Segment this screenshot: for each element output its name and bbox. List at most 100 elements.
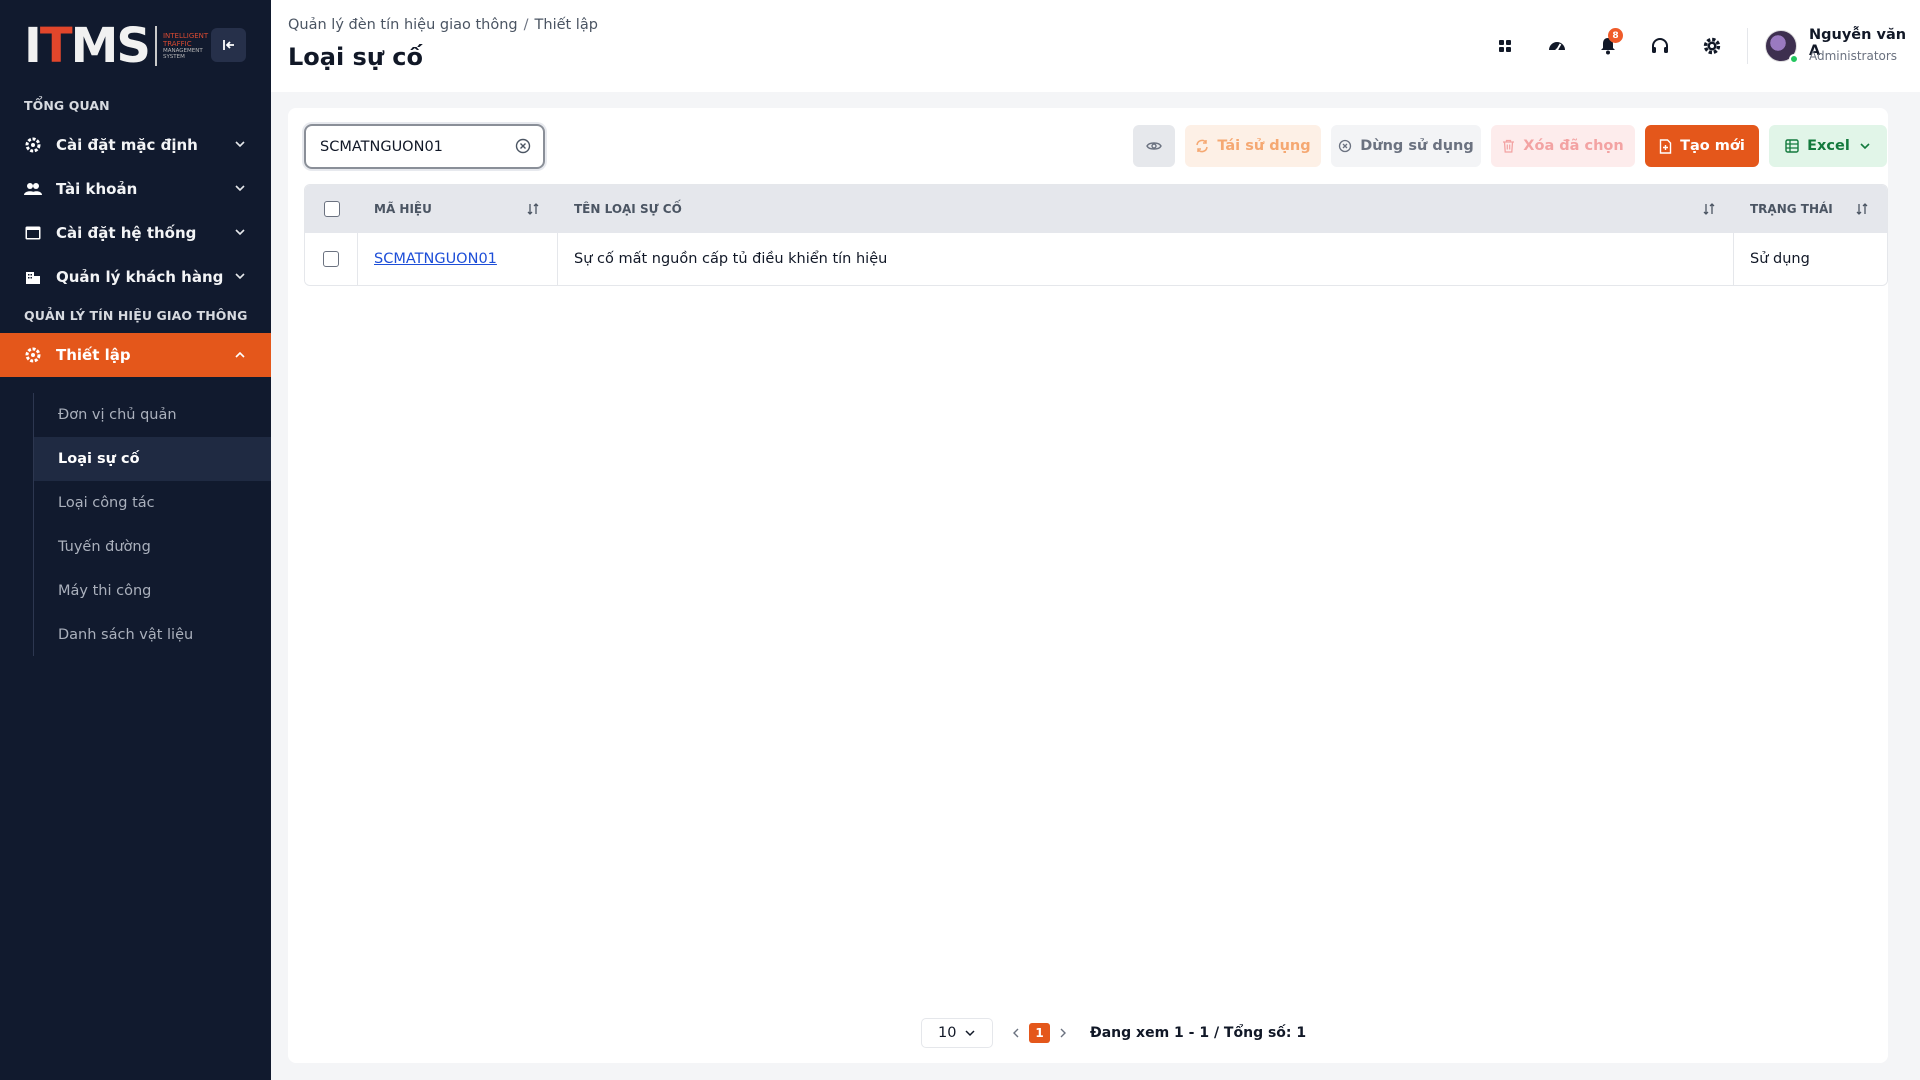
logo-subtitle: INTELLIGENT TRAFFIC MANAGEMENT SYSTEM [163,32,208,60]
sidebar-subitem-incident-type[interactable]: Loại sự cố [34,437,271,481]
content-card: Tái sử dụng Dừng sử dụng Xóa đã chọn Tạo… [288,108,1888,1063]
sidebar-item-label: Cài đặt hệ thống [56,224,197,242]
chevron-down-icon [233,181,247,199]
logo-mark: ITMS [24,18,151,74]
top-header: Quản lý đèn tín hiệu giao thông / Thiết lậ… [271,0,1920,92]
logo-sub-line: TRAFFIC [162,40,192,48]
cell-status: Sử dụng [1750,251,1810,267]
page-number-current[interactable]: 1 [1029,1023,1050,1043]
table-row[interactable]: SCMATNGUON01 Sự cố mất nguồn cấp tủ điều… [305,233,1887,285]
cell-name: Sự cố mất nguồn cấp tủ điều khiển tín hi… [558,233,1734,285]
chevron-down-icon [233,137,247,155]
search-box[interactable] [304,124,545,169]
breadcrumb-item[interactable]: Thiết lập [535,17,598,33]
page-size-select[interactable]: 10 [921,1018,993,1048]
user-role: Administrators [1809,49,1898,63]
delete-selected-button[interactable]: Xóa đã chọn [1491,125,1635,167]
online-status-indicator [1789,54,1799,64]
search-input[interactable] [320,138,500,155]
create-new-button[interactable]: Tạo mới [1645,125,1759,167]
apps-grid-button[interactable] [1490,31,1520,61]
sort-icon[interactable] [526,202,540,219]
chevron-down-icon [233,225,247,243]
grid-icon [1499,40,1511,52]
clear-search-icon[interactable] [515,138,531,158]
stop-using-button[interactable]: Dừng sử dụng [1331,125,1481,167]
sidebar-item-setup[interactable]: Thiết lập [0,333,271,377]
sidebar-item-default-settings[interactable]: Cài đặt mặc định [0,125,271,165]
sort-icon[interactable] [1702,202,1716,219]
excel-button-label: Excel [1807,138,1850,154]
breadcrumb-item[interactable]: Quản lý đèn tín hiệu giao thông [288,17,518,33]
prev-page-icon[interactable] [1011,1027,1021,1039]
sidebar-item-system-settings[interactable]: Cài đặt hệ thống [0,213,271,253]
sidebar-item-label: Quản lý khách hàng [56,268,224,286]
headset-icon [1652,38,1668,53]
chevron-down-icon [233,269,247,287]
eye-icon [1146,142,1162,150]
column-header-status[interactable]: TRẠNG THÁI [1734,185,1887,233]
column-header-name[interactable]: TÊN LOẠI SỰ CỐ [558,185,1734,233]
window-icon [24,224,42,242]
notification-badge: 8 [1608,28,1623,43]
delete-selected-button-label: Xóa đã chọn [1523,138,1624,154]
collapse-sidebar-button[interactable] [211,28,246,62]
reuse-button-label: Tái sử dụng [1217,138,1311,154]
sidebar-subitem-work-type[interactable]: Loại công tác [34,481,271,525]
section-label-overview: TỔNG QUAN [24,98,110,113]
collapse-left-icon [222,40,234,50]
sidebar-item-customers[interactable]: Quản lý khách hàng [0,257,271,297]
speedometer-icon [1549,42,1565,52]
column-header-code[interactable]: MÃ HIỆU [358,185,558,233]
sidebar-item-label: Thiết lập [56,346,131,364]
row-checkbox-cell [305,233,358,285]
support-button[interactable] [1645,31,1675,61]
create-new-button-label: Tạo mới [1680,138,1745,154]
sidebar-subitem-materials[interactable]: Danh sách vật liệu [34,613,271,657]
pagination: 10 1 Đang xem 1 - 1 / Tổng số: 1 [921,1018,1306,1048]
dashboard-button[interactable] [1542,31,1572,61]
incident-type-table: MÃ HIỆU TÊN LOẠI SỰ CỐ TRẠNG THÁI SCMATN… [304,184,1888,286]
sidebar-item-label: Cài đặt mặc định [56,136,198,154]
chevron-down-icon [964,1027,976,1039]
toggle-columns-button[interactable] [1133,125,1175,167]
logo-sub-line: INTELLIGENT [162,32,209,40]
header-checkbox-cell [305,185,358,233]
sidebar: ITMS INTELLIGENT TRAFFIC MANAGEMENT SYST… [0,0,271,1080]
reuse-button[interactable]: Tái sử dụng [1185,125,1321,167]
column-header-label: TÊN LOẠI SỰ CỐ [574,202,682,216]
select-all-checkbox[interactable] [323,201,340,217]
gear-icon [24,346,42,364]
sidebar-item-accounts[interactable]: Tài khoản [0,169,271,209]
next-page-icon[interactable] [1058,1027,1068,1039]
code-link[interactable]: SCMATNGUON01 [374,251,497,267]
sidebar-subitem-routes[interactable]: Tuyến đường [34,525,271,569]
sort-icon[interactable] [1855,202,1869,219]
column-header-label: TRẠNG THÁI [1750,202,1833,216]
logo-sub-line: SYSTEM [162,54,185,60]
building-icon [24,268,42,286]
sidebar-item-label: Tài khoản [56,180,138,198]
sidebar-subitem-owner-unit[interactable]: Đơn vị chủ quản [34,393,271,437]
trash-icon [1502,139,1515,153]
file-plus-icon [1659,138,1672,154]
row-checkbox[interactable] [323,251,339,267]
app-logo[interactable]: ITMS INTELLIGENT TRAFFIC MANAGEMENT SYST… [24,22,208,70]
chevron-up-icon [233,348,247,366]
pagination-info: Đang xem 1 - 1 / Tổng số: 1 [1090,1025,1307,1041]
users-icon [24,180,42,198]
table-header: MÃ HIỆU TÊN LOẠI SỰ CỐ TRẠNG THÁI [305,185,1887,233]
page-size-value: 10 [938,1025,957,1041]
notifications-button[interactable]: 8 [1593,28,1623,61]
excel-export-button[interactable]: Excel [1769,125,1887,167]
gear-icon [1703,37,1721,55]
refresh-icon [1195,139,1209,153]
section-label-traffic: QUẢN LÝ TÍN HIỆU GIAO THÔNG [24,308,248,323]
gear-icon [24,136,42,154]
breadcrumb-separator: / [523,17,529,33]
spreadsheet-icon [1785,139,1799,153]
cell-code: SCMATNGUON01 [358,233,558,285]
sidebar-subitem-machines[interactable]: Máy thi công [34,569,271,613]
settings-button[interactable] [1697,31,1727,61]
chevron-down-icon [1859,140,1871,152]
